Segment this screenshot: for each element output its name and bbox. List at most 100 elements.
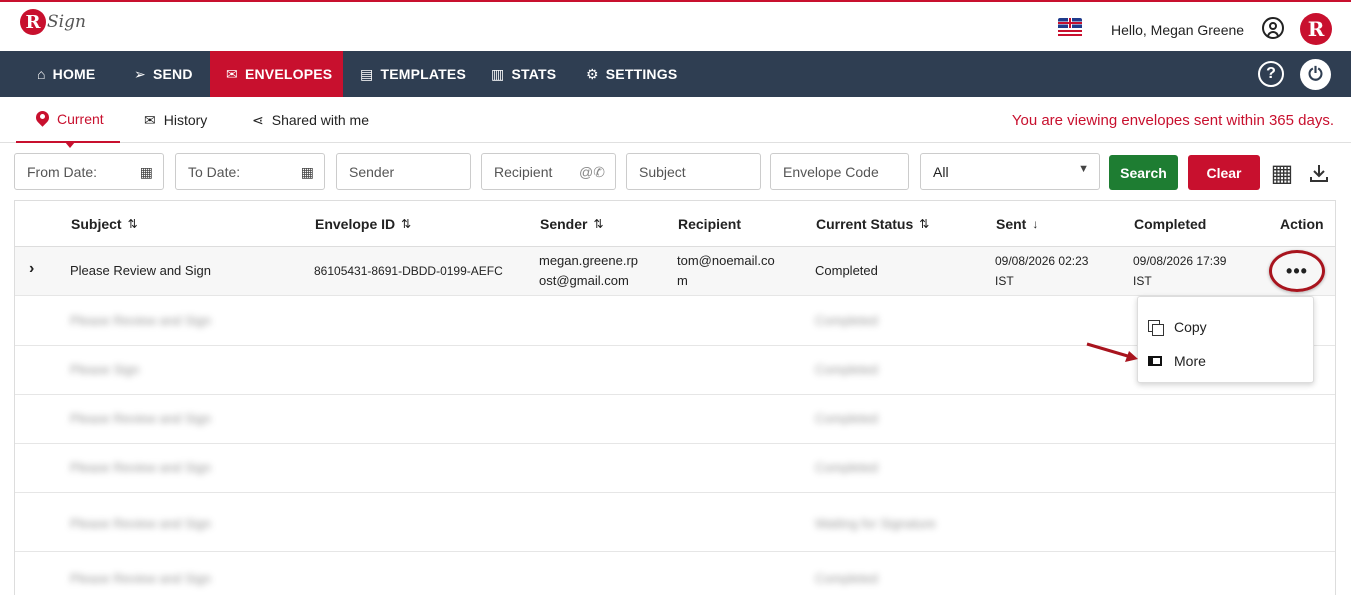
row-status: Completed <box>815 571 878 586</box>
row-subject: Please Review and Sign <box>70 263 211 278</box>
table-row[interactable]: › Please Review and Sign 86105431-8691-D… <box>15 247 1335 296</box>
header-recipient: Recipient <box>678 201 741 247</box>
row-sender-line2: ost@gmail.com <box>539 273 629 288</box>
subject-input[interactable]: Subject <box>626 153 761 190</box>
to-date-placeholder: To Date: <box>188 163 241 180</box>
envelopes-table: Subject ⇅ Envelope ID ⇅ Sender ⇅ Recipient … <box>14 200 1336 595</box>
action-dropdown-menu: Copy More <box>1137 296 1314 383</box>
date-range-notice: You are viewing envelopes sent within 36… <box>1011 112 1334 129</box>
row-sent-line1: 09/08/2026 02:23 <box>995 254 1089 268</box>
power-icon[interactable]: ⏻ <box>1300 59 1331 90</box>
tab-shared-label: Shared with me <box>271 112 370 128</box>
status-selected-value: All <box>933 163 949 180</box>
sort-icon[interactable]: ⇅ <box>593 217 603 231</box>
header-sender-label: Sender <box>540 216 588 232</box>
header-status-label: Current Status <box>816 216 914 232</box>
download-icon[interactable] <box>1306 160 1332 186</box>
row-status: Completed <box>815 460 878 475</box>
from-date-field[interactable]: From Date: ▦ <box>14 153 164 190</box>
search-button[interactable]: Search <box>1109 155 1178 190</box>
nav-envelopes-label: ENVELOPES <box>244 66 333 82</box>
nav-stats[interactable]: ▥ STATS <box>491 51 556 97</box>
action-more-button[interactable]: ••• <box>1269 250 1325 292</box>
help-icon[interactable]: ? <box>1258 61 1284 87</box>
table-row[interactable]: Please Review and Sign Completed <box>15 552 1335 595</box>
to-date-field[interactable]: To Date: ▦ <box>175 153 325 190</box>
nav-templates[interactable]: ▤ TEMPLATES <box>360 51 466 97</box>
share-icon: ⋖ <box>252 111 264 128</box>
gear-icon: ⚙ <box>586 65 599 82</box>
table-row[interactable]: Please Review and Sign Completed <box>15 444 1335 493</box>
user-profile-icon[interactable] <box>1262 17 1284 39</box>
header-completed-label: Completed <box>1134 216 1207 232</box>
sort-icon[interactable]: ⇅ <box>919 217 929 231</box>
tab-shared-with-me[interactable]: ⋖ Shared with me <box>252 97 369 143</box>
user-greeting: Hello, Megan Greene <box>1111 22 1245 38</box>
chevron-down-icon: ▼ <box>1078 163 1089 175</box>
row-status: Completed <box>815 411 878 426</box>
calendar-icon[interactable]: ▦ <box>301 164 314 181</box>
tab-history-label: History <box>163 112 208 128</box>
nav-envelopes[interactable]: ✉ ENVELOPES <box>210 51 343 97</box>
table-header: Subject ⇅ Envelope ID ⇅ Sender ⇅ Recipient … <box>15 201 1335 247</box>
brand-avatar[interactable]: R <box>1300 13 1332 45</box>
nav-home-label: HOME <box>52 66 96 82</box>
row-completed-line2: IST <box>1133 274 1152 288</box>
pin-icon <box>36 111 49 127</box>
menu-item-copy[interactable]: Copy <box>1138 311 1315 343</box>
tab-history[interactable]: ✉ History <box>144 97 207 143</box>
more-icon <box>1148 356 1162 366</box>
annotation-arrow-icon <box>1086 342 1138 362</box>
row-subject: Please Review and Sign <box>70 411 211 426</box>
sort-icon[interactable]: ⇅ <box>401 217 411 231</box>
table-row[interactable]: Please Review and Sign Completed <box>15 395 1335 444</box>
header-action: Action <box>1280 201 1324 247</box>
copy-icon <box>1148 320 1164 336</box>
menu-item-more[interactable]: More <box>1138 345 1315 377</box>
sort-desc-icon[interactable]: ↓ <box>1032 217 1038 231</box>
clear-button[interactable]: Clear <box>1188 155 1260 190</box>
row-status: Completed <box>815 263 878 278</box>
chart-icon: ▥ <box>491 65 505 82</box>
chevron-right-icon[interactable]: › <box>29 260 34 278</box>
menu-copy-label: Copy <box>1174 319 1207 335</box>
uk-flag-icon[interactable] <box>1058 18 1082 38</box>
nav-send[interactable]: ➢ SEND <box>134 51 193 97</box>
row-subject: Please Review and Sign <box>70 313 211 328</box>
rsign-logo[interactable]: R Sign <box>20 9 86 35</box>
row-status: Waiting for Signature <box>815 516 936 531</box>
row-status: Completed <box>815 362 878 377</box>
row-completed-line1: 09/08/2026 17:39 <box>1133 254 1227 268</box>
sort-icon[interactable]: ⇅ <box>128 217 138 231</box>
main-nav: ⌂ HOME ➢ SEND ✉ ENVELOPES ▤ TEMPLATES ▥ … <box>0 51 1351 97</box>
header-subject-label: Subject <box>71 216 122 232</box>
row-subject: Please Sign <box>70 362 140 377</box>
header-envelope-id[interactable]: Envelope ID ⇅ <box>315 201 411 247</box>
spreadsheet-icon[interactable]: ▦ <box>1269 160 1295 187</box>
logo-text: Sign <box>47 12 86 32</box>
envelope-code-input[interactable]: Envelope Code <box>770 153 909 190</box>
nav-settings[interactable]: ⚙ SETTINGS <box>586 51 677 97</box>
calendar-icon[interactable]: ▦ <box>140 164 153 181</box>
document-icon: ▤ <box>360 65 374 82</box>
header-sent[interactable]: Sent ↓ <box>996 201 1038 247</box>
row-status: Completed <box>815 313 878 328</box>
from-date-placeholder: From Date: <box>27 163 98 180</box>
row-subject: Please Review and Sign <box>70 516 211 531</box>
envelope-icon: ✉ <box>226 65 238 82</box>
header-status[interactable]: Current Status ⇅ <box>816 201 929 247</box>
top-bar: R Sign Hello, Megan Greene R <box>0 0 1351 51</box>
table-row[interactable]: Please Review and Sign Waiting for Signa… <box>15 497 1335 552</box>
recipient-input[interactable]: Recipient @✆ <box>481 153 616 190</box>
row-sender-line1: megan.greene.rp <box>539 253 639 268</box>
row-completed: 09/08/2026 17:39 IST <box>1133 251 1226 291</box>
email-phone-icon: @✆ <box>579 164 605 180</box>
header-subject[interactable]: Subject ⇅ <box>71 201 138 247</box>
tab-current[interactable]: Current <box>16 97 120 148</box>
nav-templates-label: TEMPLATES <box>380 66 466 82</box>
status-select[interactable]: All ▼ <box>920 153 1100 190</box>
sender-input[interactable]: Sender <box>336 153 471 190</box>
header-sender[interactable]: Sender ⇅ <box>540 201 604 247</box>
nav-home[interactable]: ⌂ HOME <box>37 51 95 97</box>
row-sent: 09/08/2026 02:23 IST <box>995 251 1088 291</box>
